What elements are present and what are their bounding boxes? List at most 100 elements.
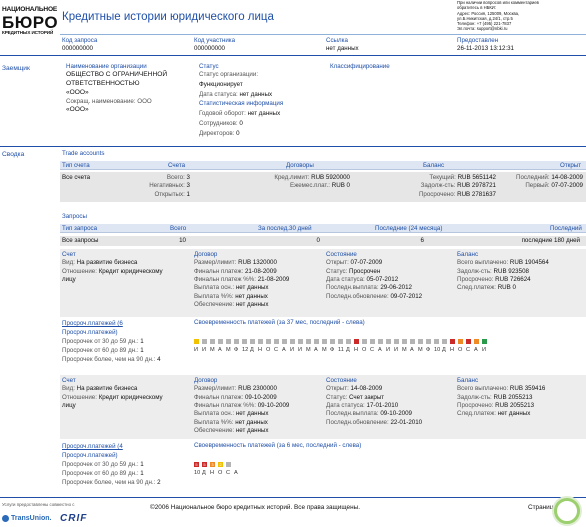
- org-name-block: Наименование организации ОБЩЕСТВО С ОГРА…: [66, 63, 168, 114]
- account-2-timeliness-title: Своевременность платежей (за 6 мес, посл…: [194, 442, 362, 449]
- payment-status-square: 3: [210, 461, 215, 467]
- payment-status-square: [450, 338, 455, 344]
- footer-provided: Услуги предоставлены совместно с: [2, 502, 75, 507]
- classification-title: Классифицирование: [330, 63, 390, 70]
- payment-status-square: [346, 338, 351, 344]
- account-1-delinquency: Просроч.платежей (6 Просроч.платежей) Пр…: [62, 319, 187, 364]
- month-label: О: [218, 470, 223, 476]
- provided-date: Предоставлен 26-11-2013 13:12:31: [457, 37, 514, 53]
- month-label: М: [402, 347, 407, 353]
- contact-info: При наличии вопросов или комментариев об…: [457, 0, 539, 32]
- account-1-acct: Счет Вид: На развитие бизнеса Отношение:…: [62, 251, 163, 284]
- payment-status-square: [298, 338, 303, 344]
- payment-status-square: [242, 338, 247, 344]
- page-title: Кредитные истории юридического лица: [62, 11, 274, 23]
- payment-status-square: [234, 338, 239, 344]
- month-label: О: [266, 347, 271, 353]
- trade-header-row: [60, 161, 586, 170]
- account-1-contract: Договор Размер/лимит: RUB 1320000 Финаль…: [194, 251, 290, 309]
- month-label: Д: [250, 347, 254, 353]
- month-label: О: [362, 347, 367, 353]
- payment-status-square: [194, 338, 199, 344]
- payment-status-square: [394, 338, 399, 344]
- month-label: М: [210, 347, 215, 353]
- month-label: 11: [338, 347, 344, 353]
- account-1-delq-link[interactable]: Просроч.платежей (6: [62, 319, 187, 328]
- payment-status-square: [362, 338, 367, 344]
- payment-status-square: [482, 338, 487, 344]
- requests-header-row: [60, 224, 586, 233]
- account-2-balance: Баланс Всего выплачено: RUB 359416 Задол…: [457, 377, 546, 418]
- member-code: Код участника 000000000: [194, 37, 236, 53]
- payment-status-square: [466, 338, 471, 344]
- month-label: И: [202, 347, 207, 353]
- month-label: 12: [242, 347, 249, 353]
- month-label: И: [298, 347, 303, 353]
- nbki-badge-icon: [554, 498, 580, 524]
- month-label: Ф: [234, 347, 239, 353]
- payment-status-square: [370, 338, 375, 344]
- month-label: Н: [450, 347, 455, 353]
- payment-status-square: [402, 338, 407, 344]
- payment-status-square: [386, 338, 391, 344]
- account-1-timeliness-months: И И М А М Ф 12 Д Н О С А И И М А М Ф 11 Д Н О С А И И М А М Ф 10 Д Н О С А И: [194, 346, 584, 355]
- footer-page[interactable]: Страниц: [528, 504, 553, 513]
- request-code: Код запроса 000000000: [62, 37, 98, 53]
- payment-status-square: [418, 338, 423, 344]
- payment-status-square: [410, 338, 415, 344]
- payment-status-square: [378, 338, 383, 344]
- payment-status-square: [426, 338, 431, 344]
- month-label: И: [386, 347, 391, 353]
- month-label: М: [322, 347, 327, 353]
- account-1-state: Состояние Открыт: 07-07-2009 Статус: Про…: [326, 251, 423, 300]
- month-label: С: [466, 347, 471, 353]
- month-label: С: [226, 470, 231, 476]
- payment-status-square: [218, 338, 223, 344]
- footer-copyright: ©2006 Национальное бюро кредитных истори…: [150, 504, 361, 511]
- month-label: И: [482, 347, 487, 353]
- account-2-delinquency: Просроч.платежей (4 Просроч.платежей) Пр…: [62, 442, 187, 487]
- reference: Ссылка нет данных: [326, 37, 359, 53]
- month-label: И: [194, 347, 199, 353]
- requests-title: Запросы: [62, 213, 87, 220]
- month-label: И: [290, 347, 295, 353]
- payment-status-square: [266, 338, 271, 344]
- month-label: С: [370, 347, 375, 353]
- month-label: Д: [346, 347, 350, 353]
- month-label: И: [394, 347, 399, 353]
- month-label: Н: [354, 347, 359, 353]
- trade-accounts-counts: Всего: 3 Негативных: 3 Открытых: 1: [149, 174, 190, 198]
- month-label: А: [410, 347, 414, 353]
- month-label: 10: [434, 347, 441, 353]
- trade-opened: Последний: 14-08-2009 Первый: 07-07-2009: [516, 174, 583, 190]
- account-2-delq-link[interactable]: Просроч.платежей (4: [62, 442, 187, 451]
- month-label: А: [218, 347, 222, 353]
- payment-status-square: 5: [194, 461, 199, 467]
- account-2-timeliness-months: 10 Д Н О С А: [194, 469, 394, 478]
- account-2-acct: Счет Вид: На развитие бизнеса Отношение:…: [62, 377, 163, 410]
- payment-status-square: [474, 338, 479, 344]
- month-label: А: [234, 470, 238, 476]
- account-2-contract: Договор Размер/лимит: RUB 2300000 Финаль…: [194, 377, 290, 435]
- payment-status-square: [226, 461, 231, 467]
- status-block: Статус Статус организации: Функционирует…: [199, 63, 284, 137]
- payment-status-square: [306, 338, 311, 344]
- payment-status-square: 5: [202, 461, 207, 467]
- payment-status-square: [290, 338, 295, 344]
- account-2-state: Состояние Открыт: 14-08-2009 Статус: Сче…: [326, 377, 423, 426]
- payment-status-square: [322, 338, 327, 344]
- payment-status-square: [226, 338, 231, 344]
- payment-status-square: [338, 338, 343, 344]
- crif-logo: CRIF: [60, 513, 88, 524]
- payment-status-square: [314, 338, 319, 344]
- nbki-logo: НАЦИОНАЛЬНОЕ БЮРО КРЕДИТНЫХ ИСТОРИЙ: [2, 6, 58, 36]
- month-label: С: [274, 347, 279, 353]
- month-label: А: [282, 347, 286, 353]
- logo-line3: КРЕДИТНЫХ ИСТОРИЙ: [2, 29, 54, 35]
- payment-status-square: [354, 338, 359, 344]
- month-label: М: [418, 347, 423, 353]
- month-label: О: [458, 347, 463, 353]
- trade-balance: Текущий: RUB 5651142 Задолж-сть: RUB 297…: [418, 174, 496, 198]
- month-label: М: [306, 347, 311, 353]
- month-label: А: [378, 347, 382, 353]
